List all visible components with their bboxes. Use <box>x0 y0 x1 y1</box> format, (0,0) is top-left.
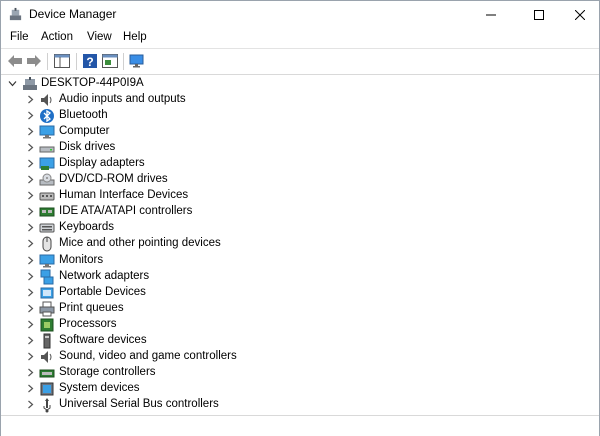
chevron-down-icon[interactable] <box>8 79 17 88</box>
tree-item-label: Storage controllers <box>59 365 156 378</box>
tree-item-label: DVD/CD-ROM drives <box>59 173 168 186</box>
disk-drive-icon <box>39 146 55 153</box>
window-title: Device Manager <box>29 7 117 21</box>
tree-item-label: IDE ATA/ATAPI controllers <box>59 205 193 218</box>
chevron-right-icon[interactable] <box>26 336 35 345</box>
maximize-icon <box>534 9 544 20</box>
chevron-right-icon[interactable] <box>26 320 35 329</box>
show-hide-console-tree-button[interactable] <box>53 53 71 69</box>
chevron-right-icon[interactable] <box>26 288 35 297</box>
tree-item-label: Monitors <box>59 253 104 266</box>
monitor-scan-icon <box>129 54 144 68</box>
menu-bar: File Action View Help <box>1 28 599 48</box>
dvd-drive-icon <box>39 173 55 186</box>
maximize-button[interactable] <box>516 1 562 28</box>
chevron-right-icon[interactable] <box>26 272 35 281</box>
title-bar: Device Manager <box>1 1 599 28</box>
help-button[interactable]: ? <box>81 53 99 69</box>
tree-item-label: Universal Serial Bus controllers <box>59 397 219 410</box>
tree-item-label: Portable Devices <box>59 285 146 298</box>
properties-pane-icon <box>102 54 118 68</box>
chevron-right-icon[interactable] <box>26 400 35 409</box>
tree-item-label: Disk drives <box>59 141 116 154</box>
chevron-right-icon[interactable] <box>26 352 35 361</box>
software-device-icon <box>43 333 51 349</box>
chevron-right-icon[interactable] <box>26 143 35 152</box>
scan-hardware-button[interactable] <box>128 53 146 69</box>
menu-action[interactable]: Action <box>41 31 73 43</box>
svg-text:?: ? <box>86 55 93 69</box>
tree-item-label: Network adapters <box>59 269 150 282</box>
tree-item-label: Keyboards <box>59 221 114 234</box>
chevron-right-icon[interactable] <box>26 368 35 377</box>
mouse-icon <box>42 236 52 252</box>
storage-controller-icon <box>39 369 55 378</box>
help-icon: ? <box>83 54 97 69</box>
hid-icon <box>39 192 55 201</box>
minimize-button[interactable] <box>468 1 514 28</box>
tree-item-label: Mice and other pointing devices <box>59 237 221 250</box>
menu-view[interactable]: View <box>87 31 112 43</box>
chevron-right-icon[interactable] <box>26 127 35 136</box>
chevron-right-icon[interactable] <box>26 304 35 313</box>
tree-item-label: Print queues <box>59 301 124 314</box>
keyboard-icon <box>39 223 55 233</box>
bluetooth-icon <box>40 109 54 124</box>
properties-button[interactable] <box>101 53 119 69</box>
forward-button[interactable] <box>25 53 43 69</box>
device-manager-app-icon <box>9 7 22 21</box>
printer-icon <box>39 301 55 317</box>
menu-help[interactable]: Help <box>123 31 147 43</box>
toolbar-separator <box>47 53 48 70</box>
network-adapter-icon <box>40 269 54 285</box>
chevron-right-icon[interactable] <box>26 223 35 232</box>
device-manager-window: Device Manager File Action View Help ? D… <box>0 0 600 436</box>
computer-icon <box>39 125 55 139</box>
chevron-right-icon[interactable] <box>26 191 35 200</box>
back-arrow-icon <box>8 55 22 67</box>
sound-controller-icon <box>41 350 52 363</box>
device-tree: DESKTOP-44P0I9A Audio inputs and outputs… <box>1 74 599 415</box>
console-tree-icon <box>54 54 70 68</box>
chevron-right-icon[interactable] <box>26 239 35 248</box>
tree-item-label: Display adapters <box>59 157 145 170</box>
tree-root-label: DESKTOP-44P0I9A <box>41 77 144 89</box>
menu-file[interactable]: File <box>10 31 29 43</box>
tree-item-label: System devices <box>59 381 140 394</box>
chevron-right-icon[interactable] <box>26 95 35 104</box>
tree-item-label: Sound, video and game controllers <box>59 349 237 362</box>
tree-item-label: Computer <box>59 125 110 138</box>
tree-item-label: Human Interface Devices <box>59 189 189 202</box>
tree-item-label: Processors <box>59 317 117 330</box>
minimize-icon <box>486 14 496 15</box>
chevron-right-icon[interactable] <box>26 384 35 393</box>
chevron-right-icon[interactable] <box>26 111 35 120</box>
chevron-right-icon[interactable] <box>26 159 35 168</box>
monitor-icon <box>39 254 55 267</box>
tree-item-label: Audio inputs and outputs <box>59 93 186 105</box>
portable-device-icon <box>40 287 54 299</box>
forward-arrow-icon <box>27 55 41 67</box>
tree-item-label: Software devices <box>59 333 147 346</box>
toolbar-separator <box>123 53 124 70</box>
chevron-right-icon[interactable] <box>26 207 35 216</box>
close-button[interactable] <box>557 1 600 28</box>
chevron-right-icon[interactable] <box>26 175 35 184</box>
processor-icon <box>40 318 54 332</box>
ide-controller-icon <box>39 207 55 217</box>
toolbar-separator <box>76 53 77 70</box>
system-device-icon <box>40 382 54 396</box>
toolbar: ? <box>1 48 599 75</box>
display-adapter-icon <box>39 157 55 171</box>
back-button[interactable] <box>6 53 24 69</box>
speaker-icon <box>41 94 52 106</box>
tree-item-label: Bluetooth <box>59 109 108 122</box>
chevron-right-icon[interactable] <box>26 256 35 265</box>
computer-tree-icon <box>23 77 37 90</box>
status-bar <box>1 415 599 436</box>
usb-icon <box>43 397 51 413</box>
close-icon <box>575 9 585 20</box>
